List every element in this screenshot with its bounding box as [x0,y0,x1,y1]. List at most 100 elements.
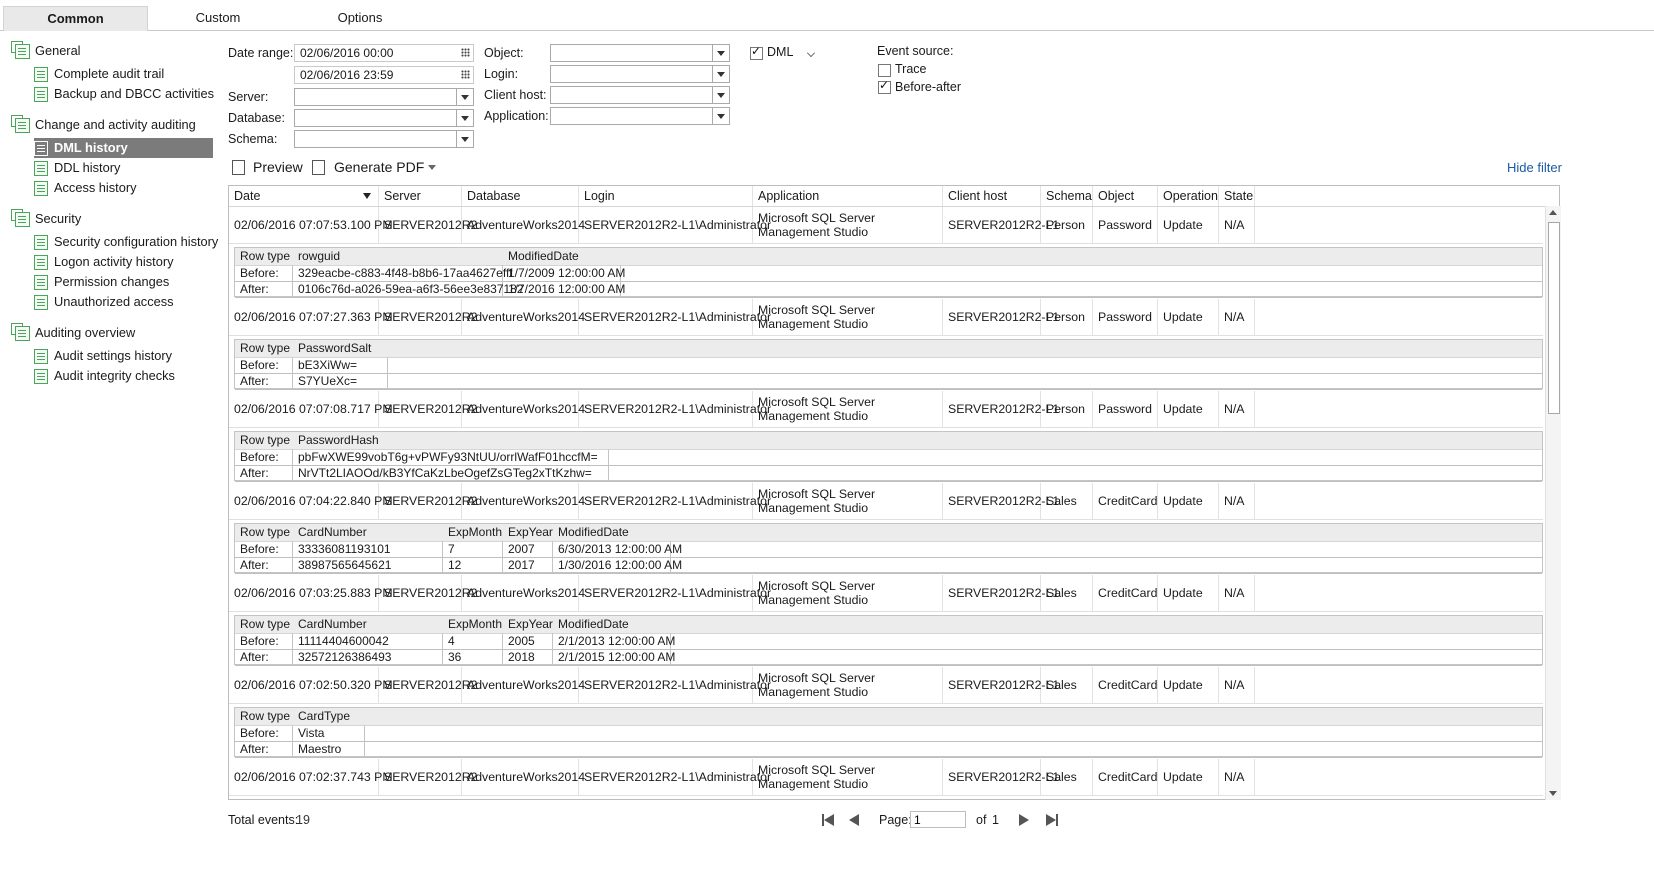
vertical-scrollbar[interactable] [1545,206,1561,800]
detail-cell: 1/30/2016 12:00:00 AM [553,557,682,573]
trace-checkbox[interactable] [878,64,891,77]
detail-header: Row type rowguid ModifiedDate [235,248,1542,266]
application-label: Application: [484,109,549,123]
tree-item-audit-settings-history[interactable]: Audit settings history [34,346,213,366]
chevron-down-icon[interactable] [712,108,729,124]
chevron-down-icon[interactable] [456,89,473,105]
tree-group-auditing-overview[interactable]: Auditing overview [11,323,215,343]
before-after-detail: Row type CardNumber ExpMonth ExpYear Modifie… [234,523,1543,574]
tree-item-label: Audit integrity checks [54,368,175,383]
detail-after-row: After: 0106c76d-a026-59ea-a6f3-56ee3e8371… [235,281,1542,298]
tab-custom[interactable]: Custom [150,6,286,30]
detail-cell: After: [235,373,293,389]
scroll-thumb[interactable] [1548,222,1560,414]
tree-item-complete-audit-trail[interactable]: Complete audit trail [34,64,213,84]
scroll-up-icon[interactable] [1549,210,1557,215]
last-page-icon[interactable] [1044,812,1060,828]
calendar-icon[interactable] [461,48,470,57]
tree-group-label: Security [35,211,82,226]
object-combo[interactable] [550,44,730,62]
event-row[interactable]: 02/06/2016 07:07:53.100 PM SERVER2012R2 Ad… [229,207,1543,244]
tab-common[interactable]: Common [3,6,148,31]
column-header-server[interactable]: Server [379,186,462,206]
event-row[interactable]: 02/06/2016 07:02:37.743 PM SERVER2012R2 Ad… [229,759,1543,796]
cell-login: SERVER2012R2-L1\Administrator [579,759,771,795]
cell-database: AdventureWorks2014 [462,391,585,427]
column-header-database[interactable]: Database [462,186,579,206]
chevron-down-icon[interactable] [712,45,729,61]
cell-operation: Update [1158,575,1219,611]
total-events-value: 19 [296,813,310,827]
date-to-field[interactable]: 02/06/2016 23:59 [294,66,474,84]
tree-group-security[interactable]: Security [11,209,215,229]
event-row[interactable]: 02/06/2016 07:03:25.883 PM SERVER2012R2 Ad… [229,575,1543,612]
detail-after-row: After: S7YUeXc= [235,373,1542,390]
cell-date: 02/06/2016 07:04:22.840 PM [229,483,393,519]
before-after-checkbox[interactable] [878,78,891,94]
cell-date: 02/06/2016 07:07:53.100 PM [229,207,393,243]
column-header-object[interactable]: Object [1093,186,1158,206]
tree-group-change-activity[interactable]: Change and activity auditing [11,115,215,135]
chevron-down-icon[interactable] [807,49,815,57]
next-page-icon[interactable] [1016,812,1032,828]
chevron-down-icon[interactable] [456,131,473,147]
previous-page-icon[interactable] [846,812,862,828]
column-header-client-host[interactable]: Client host [943,186,1041,206]
report-icon [34,255,48,270]
tree-item-ddl-history[interactable]: DDL history [34,158,213,178]
tree-item-unauthorized-access[interactable]: Unauthorized access [34,292,213,312]
client-host-combo[interactable] [550,86,730,104]
chevron-down-icon[interactable] [712,87,729,103]
pdf-icon[interactable] [312,160,325,175]
detail-header: Row type CardNumber ExpMonth ExpYear Modifie… [235,616,1542,634]
tab-options[interactable]: Options [292,6,428,30]
cell-server: SERVER2012R2 [379,391,477,427]
preview-button[interactable]: Preview [253,157,303,177]
event-row[interactable]: 02/06/2016 07:04:22.840 PM SERVER2012R2 Ad… [229,483,1543,520]
detail-before-row: Before: 11114404600042 4 2005 2/1/2013 12:00… [235,633,1542,650]
generate-pdf-button[interactable]: Generate PDF [334,157,424,177]
tree-group-general[interactable]: General [11,41,215,61]
first-page-icon[interactable] [820,812,836,828]
chevron-down-icon[interactable] [428,165,436,170]
tree-item-security-config[interactable]: Security configuration history [34,232,218,252]
column-header-schema[interactable]: Schema [1041,186,1093,206]
tree-item-permission-changes[interactable]: Permission changes [34,272,213,292]
event-row[interactable]: 02/06/2016 07:07:27.363 PM SERVER2012R2 Ad… [229,299,1543,336]
column-header-state[interactable]: State [1219,186,1255,206]
date-from-field[interactable]: 02/06/2016 00:00 [294,44,474,62]
detail-cell: Before: [235,725,293,741]
tree-item-logon-activity[interactable]: Logon activity history [34,252,213,272]
dml-checkbox[interactable] [750,44,763,60]
cell-object: CreditCard [1093,575,1158,611]
database-combo[interactable] [294,109,474,127]
page-input[interactable] [910,811,966,828]
column-header-date[interactable]: Date [229,186,379,206]
login-combo[interactable] [550,65,730,83]
tree-item-audit-integrity-checks[interactable]: Audit integrity checks [34,366,213,386]
schema-combo[interactable] [294,130,474,148]
tree-item-access-history[interactable]: Access history [34,178,213,198]
sort-descending-icon[interactable] [363,193,371,199]
tree-item-backup-dbcc[interactable]: Backup and DBCC activities [34,84,214,104]
cell-database: AdventureWorks2014 [462,759,585,795]
column-header-login[interactable]: Login [579,186,753,206]
application-combo[interactable] [550,107,730,125]
detail-cell: bE3XiWw= [293,357,388,373]
cell-login: SERVER2012R2-L1\Administrator [579,207,771,243]
cell-login: SERVER2012R2-L1\Administrator [579,667,771,703]
cell-state: N/A [1219,759,1255,795]
event-row[interactable]: 02/06/2016 07:07:08.717 PM SERVER2012R2 Ad… [229,391,1543,428]
hide-filter-link[interactable]: Hide filter [1507,160,1562,175]
preview-icon[interactable] [232,160,245,175]
server-combo[interactable] [294,88,474,106]
calendar-icon[interactable] [461,70,470,79]
chevron-down-icon[interactable] [712,66,729,82]
scroll-down-icon[interactable] [1549,791,1557,796]
event-row[interactable]: 02/06/2016 07:02:50.320 PM SERVER2012R2 Ad… [229,667,1543,704]
column-header-operation[interactable]: Operation [1158,186,1219,206]
chevron-down-icon[interactable] [456,110,473,126]
tree-item-dml-history[interactable]: DML history [34,138,213,158]
cell-object: Password [1093,207,1158,243]
column-header-application[interactable]: Application [753,186,943,206]
